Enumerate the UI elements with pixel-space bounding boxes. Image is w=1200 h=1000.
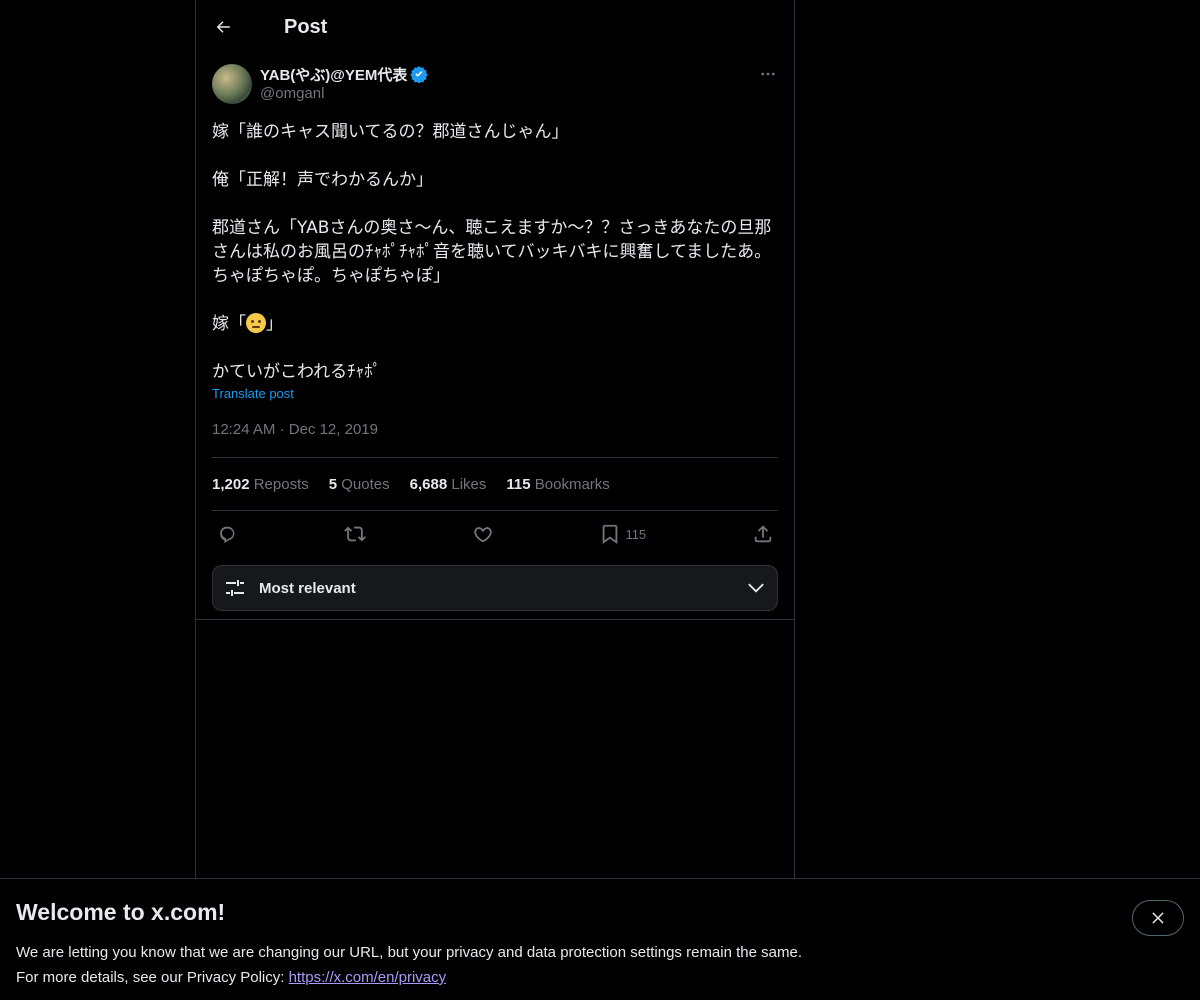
emoji-line-suffix: 」: [266, 314, 283, 334]
reposts-count: 1,202: [212, 475, 250, 493]
bookmark-count: 115: [625, 526, 647, 542]
post-text-line: [212, 288, 778, 312]
quotes-count: 5: [328, 475, 338, 493]
close-banner-button[interactable]: [1132, 900, 1184, 936]
meta-separator: ·: [279, 421, 285, 438]
back-button[interactable]: [212, 16, 234, 38]
bookmark-icon: [603, 524, 618, 544]
translate-post-link[interactable]: Translate post: [212, 386, 294, 401]
heart-icon: [473, 527, 492, 543]
display-name-row: YAB(やぶ)@YEM代表: [260, 64, 429, 85]
quotes-label: Quotes: [341, 475, 390, 493]
privacy-policy-link[interactable]: https://x.com/en/privacy: [289, 969, 447, 986]
more-options-button[interactable]: [758, 64, 778, 84]
main-column: Post YAB(やぶ)@YEM代表 @omganl 嫁「誰のキャス聞いてるの？…: [195, 0, 795, 880]
post-text-line: ちゃぽちゃぽ。ちゃぽちゃぽ」: [212, 266, 450, 286]
close-icon: [1152, 912, 1164, 924]
post-text: 嫁「誰のキャス聞いてるの？郡道さんじゃん」 俺「正解！声でわかるんか」郡道さん「Y…: [212, 120, 778, 384]
post-date[interactable]: Dec 12, 2019: [289, 421, 378, 438]
author-row: YAB(やぶ)@YEM代表 @omganl: [212, 64, 778, 106]
banner-line-1: We are letting you know that we are chan…: [16, 944, 802, 961]
likes-stat[interactable]: 6,688 Likes: [410, 476, 487, 493]
author-handle[interactable]: @omganl: [260, 85, 428, 102]
bookmarks-count: 115: [506, 475, 531, 493]
banner-line-2: For more details, see our Privacy Policy…: [16, 965, 1184, 990]
section-divider: [196, 619, 794, 620]
like-button[interactable]: [472, 523, 494, 545]
quotes-stat[interactable]: 5 Quotes: [329, 476, 390, 493]
chevron-down-icon: [748, 583, 764, 593]
post-text-line: かていがこわれるﾁｬﾎﾟ: [212, 362, 382, 382]
emoji-line-prefix: 嫁「: [212, 314, 246, 334]
post: YAB(やぶ)@YEM代表 @omganl 嫁「誰のキャス聞いてるの？郡道さんじ…: [196, 64, 794, 611]
welcome-banner: Welcome to x.com! We are letting you kno…: [0, 878, 1200, 1000]
repost-button[interactable]: [343, 523, 366, 545]
post-actions: 115: [212, 511, 778, 557]
author-names: YAB(やぶ)@YEM代表 @omganl: [260, 64, 429, 102]
post-text-line: [212, 144, 778, 168]
post-text-line: [212, 192, 778, 216]
post-header: Post: [196, 0, 794, 54]
bookmark-button[interactable]: 115: [599, 523, 646, 545]
author-display-name[interactable]: YAB(やぶ)@YEM代表: [260, 64, 407, 85]
bookmarks-stat[interactable]: 115 Bookmarks: [506, 476, 609, 493]
banner-line-2-prefix: For more details, see our Privacy Policy…: [16, 969, 289, 986]
reply-icon: [220, 526, 235, 543]
reply-button[interactable]: [216, 523, 238, 545]
post-text-line: 俺「正解！声でわかるんか」: [212, 170, 433, 190]
reply-sort-dropdown[interactable]: Most relevant: [212, 565, 778, 611]
post-meta: 12:24 AM · Dec 12, 2019: [212, 421, 778, 457]
sliders-icon: [226, 580, 244, 596]
post-stats: 1,202 Reposts 5 Quotes 6,688 Likes 115 B…: [212, 458, 778, 510]
more-horizontal-icon: [761, 72, 775, 76]
reposts-stat[interactable]: 1,202 Reposts: [212, 476, 309, 493]
post-text-line: 郡道さん「YABさんの奥さ〜ん、聴こえますか〜？？さっきあなたの旦那: [212, 218, 772, 238]
avatar[interactable]: [212, 64, 252, 104]
post-text-line: [212, 336, 778, 360]
share-button[interactable]: [752, 523, 774, 545]
share-icon: [754, 525, 772, 543]
banner-text: We are letting you know that we are chan…: [16, 940, 1184, 990]
post-text-line: さんは私のお風呂のﾁｬﾎﾟﾁｬﾎﾟ音を聴いてバッキバキに興奮してましたあ。: [212, 242, 772, 262]
arrow-left-icon: [216, 21, 230, 33]
sort-label: Most relevant: [259, 579, 356, 597]
likes-count: 6,688: [409, 475, 448, 493]
post-text-line: 嫁「誰のキャス聞いてるの？郡道さんじゃん」: [212, 122, 569, 142]
page-title: Post: [284, 15, 328, 38]
bookmarks-label: Bookmarks: [534, 475, 610, 493]
post-time[interactable]: 12:24 AM: [212, 421, 275, 438]
verified-badge-icon: [410, 65, 429, 83]
post-text-line: 嫁「」: [212, 312, 778, 336]
face-with-rolling-eyes-icon: [246, 313, 266, 333]
repost-icon: [343, 526, 366, 542]
banner-title: Welcome to x.com!: [16, 899, 226, 925]
likes-label: Likes: [451, 475, 487, 493]
reposts-label: Reposts: [253, 475, 309, 493]
